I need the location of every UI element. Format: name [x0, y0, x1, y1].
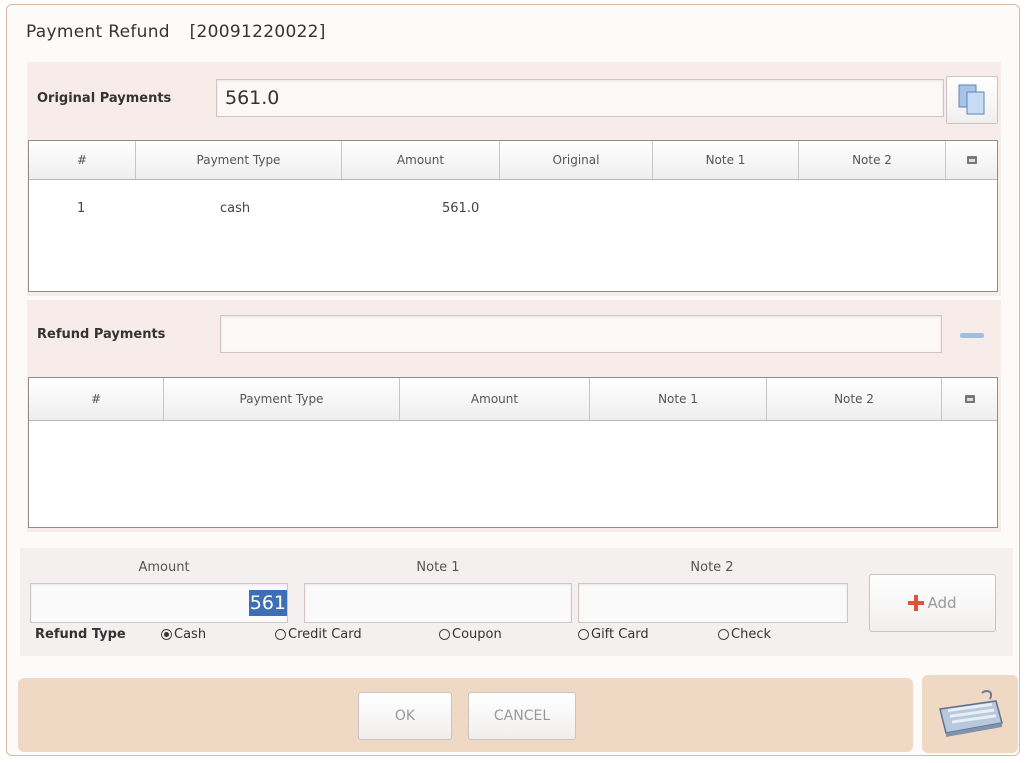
copy-documents-icon — [958, 84, 985, 115]
column-header-num[interactable]: # — [29, 378, 164, 420]
row-note2 — [799, 197, 946, 219]
original-payments-label: Original Payments — [37, 91, 172, 106]
row-num: 1 — [77, 200, 86, 216]
footer-bar — [18, 678, 913, 752]
column-header-note1[interactable]: Note 1 — [590, 378, 767, 420]
dialog-title: Payment Refund [20091220022] — [26, 22, 326, 42]
amount-input-value: 561 — [248, 590, 287, 616]
row-amount: 561.0 — [442, 200, 480, 216]
refund-type-gift-card-radio[interactable]: Gift Card — [578, 627, 649, 642]
refund-type-cash-radio[interactable]: Cash — [161, 627, 206, 642]
radio-unselected-icon — [275, 629, 286, 640]
refund-payments-label: Refund Payments — [37, 327, 166, 342]
refund-type-label: Refund Type — [35, 627, 126, 642]
refund-type-coupon-radio[interactable]: Coupon — [439, 627, 502, 642]
refund-type-credit-card-radio[interactable]: Credit Card — [275, 627, 362, 642]
copy-payments-button[interactable] — [946, 76, 998, 124]
cancel-button[interactable]: CANCEL — [468, 692, 576, 740]
cancel-button-label: CANCEL — [493, 708, 551, 724]
add-button-label: Add — [927, 594, 957, 612]
minus-icon — [960, 332, 984, 338]
row-note1 — [653, 197, 799, 219]
amount-input[interactable]: 561 — [30, 583, 288, 623]
column-selector-icon — [964, 395, 975, 403]
radio-unselected-icon — [718, 629, 729, 640]
column-header-amount[interactable]: Amount — [400, 378, 590, 420]
note2-input[interactable] — [578, 583, 848, 623]
amount-label: Amount — [138, 560, 190, 575]
plus-icon — [908, 595, 925, 611]
order-id: [20091220022] — [189, 22, 326, 42]
keyboard-button[interactable] — [922, 675, 1018, 753]
column-header-amount[interactable]: Amount — [342, 141, 500, 179]
column-selector-button[interactable] — [942, 378, 997, 420]
ok-button[interactable]: OK — [358, 692, 452, 740]
refund-type-check-radio[interactable]: Check — [718, 627, 771, 642]
column-header-num[interactable]: # — [29, 141, 136, 179]
remove-refund-button[interactable] — [957, 328, 987, 342]
ok-button-label: OK — [394, 708, 416, 724]
column-header-payment-type[interactable]: Payment Type — [164, 378, 400, 420]
refund-payments-table: # Payment Type Amount Note 1 Note 2 — [28, 377, 998, 528]
radio-unselected-icon — [439, 629, 450, 640]
dialog-title-text: Payment Refund — [26, 22, 170, 42]
column-header-note2[interactable]: Note 2 — [767, 378, 942, 420]
original-payments-table: # Payment Type Amount Original Note 1 No… — [28, 140, 998, 292]
refund-type-check-label: Check — [731, 627, 771, 642]
table-row[interactable]: 1 cash 561.0 — [29, 197, 997, 219]
radio-unselected-icon — [578, 629, 589, 640]
column-header-payment-type[interactable]: Payment Type — [136, 141, 342, 179]
note1-input[interactable] — [304, 583, 572, 623]
original-payments-total-field: 561.0 — [216, 79, 944, 117]
row-payment-type: cash — [220, 200, 251, 216]
radio-selected-icon — [161, 629, 172, 640]
column-selector-button[interactable] — [946, 141, 997, 179]
refund-type-coupon-label: Coupon — [452, 627, 502, 642]
refund-table-header: # Payment Type Amount Note 1 Note 2 — [29, 378, 997, 421]
refund-type-gift-card-label: Gift Card — [591, 627, 649, 642]
column-selector-icon — [966, 156, 977, 164]
add-refund-button[interactable]: Add — [869, 574, 996, 632]
refund-type-credit-card-label: Credit Card — [288, 627, 362, 642]
refund-payments-field — [220, 315, 942, 353]
note2-label: Note 2 — [690, 560, 734, 575]
column-header-original[interactable]: Original — [500, 141, 653, 179]
column-header-note2[interactable]: Note 2 — [799, 141, 946, 179]
row-original — [500, 197, 653, 219]
original-table-header: # Payment Type Amount Original Note 1 No… — [29, 141, 997, 180]
note1-label: Note 1 — [416, 560, 460, 575]
column-header-note1[interactable]: Note 1 — [653, 141, 799, 179]
original-payments-total: 561.0 — [225, 87, 280, 109]
keyboard-icon — [939, 690, 1003, 737]
refund-type-cash-label: Cash — [174, 627, 207, 642]
